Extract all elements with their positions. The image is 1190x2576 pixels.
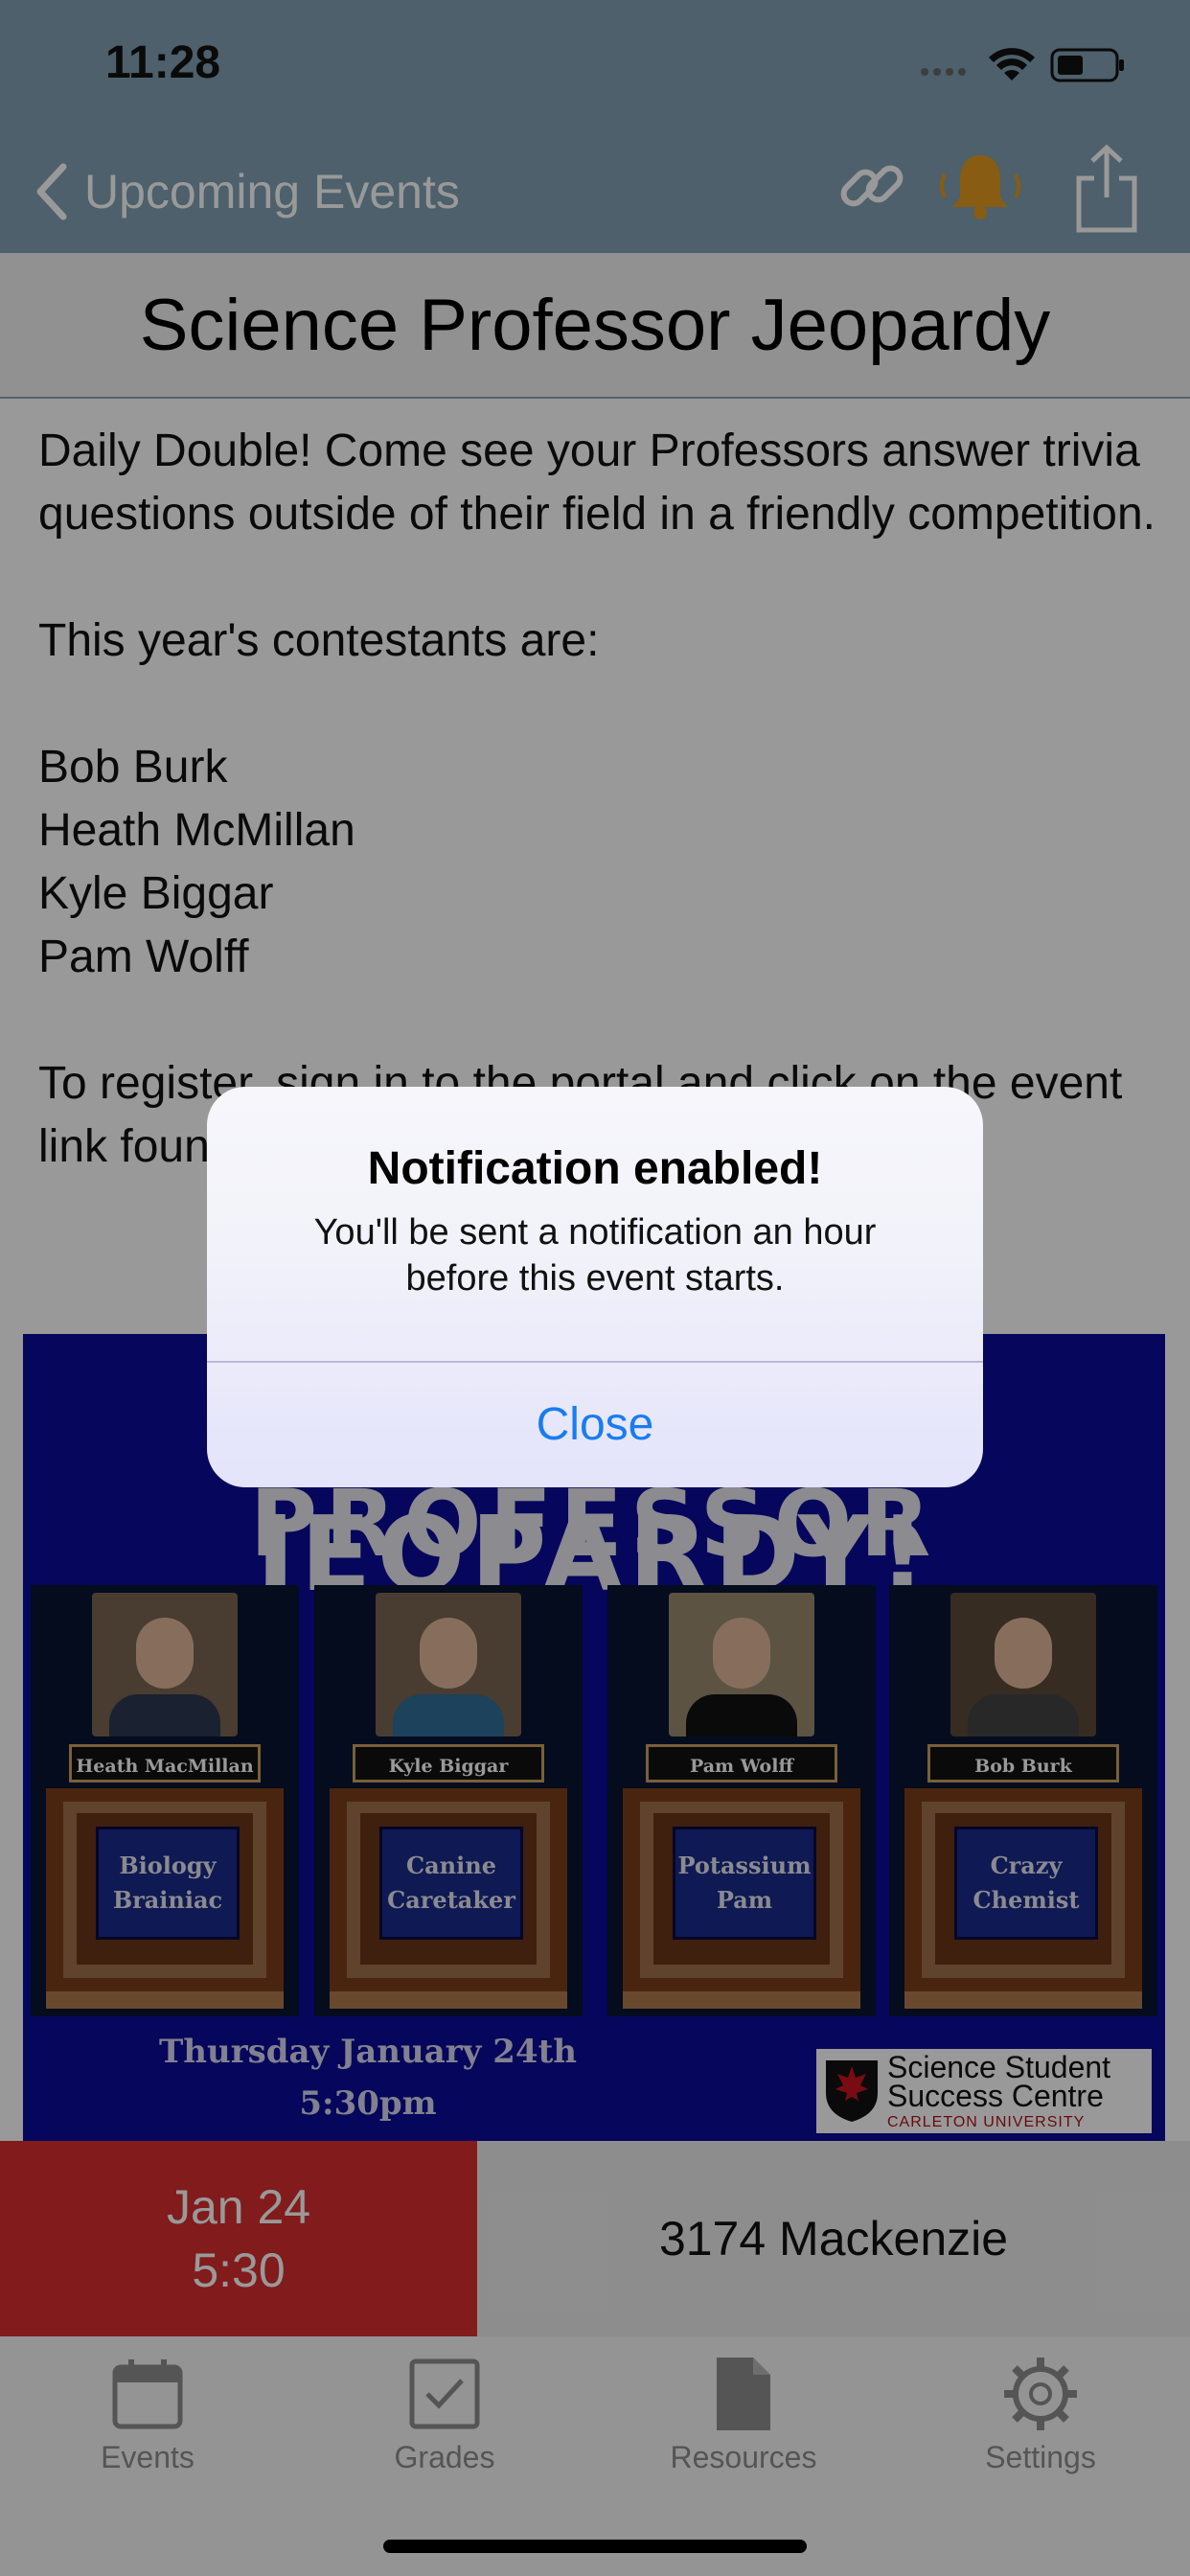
- notification-alert: Notification enabled! You'll be sent a n…: [207, 1087, 983, 1487]
- alert-title: Notification enabled!: [367, 1143, 823, 1194]
- alert-message: You'll be sent a notification an hour be…: [313, 1212, 877, 1299]
- close-button[interactable]: Close: [207, 1363, 983, 1487]
